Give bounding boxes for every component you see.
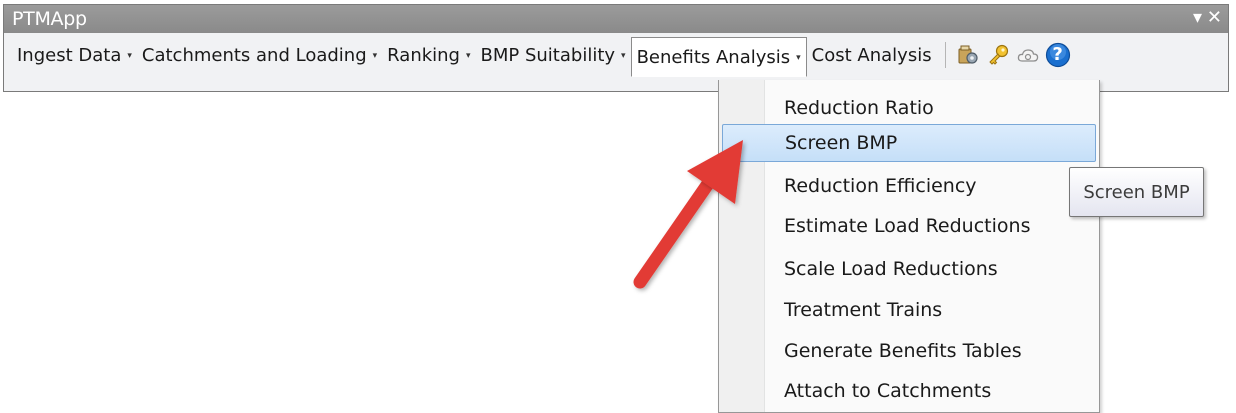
cloud-icon[interactable]: [1014, 41, 1042, 69]
help-icon[interactable]: ?: [1044, 41, 1072, 69]
menu-item-attach-to-catchments[interactable]: Attach to Catchments: [722, 372, 1096, 410]
chevron-down-icon: ▾: [621, 51, 626, 61]
menu-label: Benefits Analysis: [636, 46, 791, 68]
title-bar[interactable]: PTMApp ▾ ✕: [4, 5, 1228, 33]
menu-item-reduction-ratio[interactable]: Reduction Ratio: [722, 89, 1096, 127]
menu-item-estimate-load-reductions[interactable]: Estimate Load Reductions: [722, 207, 1096, 245]
menu-item-screen-bmp[interactable]: Screen BMP: [722, 124, 1096, 162]
menu-item-generate-benefits-tables[interactable]: Generate Benefits Tables: [722, 332, 1096, 370]
menu-label: Ranking: [387, 44, 460, 66]
chevron-down-icon: ▾: [796, 53, 801, 63]
menu-item-label: Estimate Load Reductions: [784, 215, 1031, 237]
menu-item-label: Treatment Trains: [784, 299, 943, 321]
menu-item-label: Attach to Catchments: [784, 380, 992, 402]
close-icon[interactable]: ✕: [1207, 7, 1222, 28]
menu-item-label: Reduction Efficiency: [784, 175, 977, 197]
menu-item-scale-load-reductions[interactable]: Scale Load Reductions: [722, 250, 1096, 288]
menu-item-label: Generate Benefits Tables: [784, 340, 1022, 362]
chevron-down-icon: ▾: [127, 51, 132, 61]
help-glyph: ?: [1052, 44, 1063, 65]
window-dropdown-icon[interactable]: ▾: [1193, 7, 1202, 28]
tooltip: Screen BMP: [1069, 167, 1204, 217]
menu-bmp-suitability[interactable]: BMP Suitability ▾: [476, 37, 631, 73]
menu-label: Catchments and Loading: [141, 44, 367, 66]
menu-ingest-data[interactable]: Ingest Data ▾: [12, 37, 137, 73]
tools-icon[interactable]: [954, 41, 982, 69]
chevron-down-icon: ▾: [465, 51, 471, 61]
chevron-down-icon: ▾: [372, 51, 378, 61]
toolbar-separator: [944, 42, 946, 68]
benefits-analysis-dropdown: Reduction Ratio Screen BMP Reduction Eff…: [718, 80, 1100, 413]
menu-ranking[interactable]: Ranking ▾: [382, 37, 475, 73]
menu-item-reduction-efficiency[interactable]: Reduction Efficiency: [722, 167, 1096, 205]
menu-item-label: Reduction Ratio: [784, 97, 934, 119]
menu-cost-analysis[interactable]: Cost Analysis: [807, 37, 937, 73]
menu-label: BMP Suitability: [480, 44, 616, 66]
key-icon[interactable]: [984, 41, 1012, 69]
menu-catchments-and-loading[interactable]: Catchments and Loading ▾: [137, 37, 382, 73]
menu-label: Cost Analysis: [811, 44, 932, 66]
tooltip-text: Screen BMP: [1083, 181, 1190, 203]
toolbar-window: PTMApp ▾ ✕ Ingest Data ▾ Catchments and …: [3, 4, 1229, 92]
menu-label: Ingest Data: [17, 44, 122, 66]
menu-benefits-analysis[interactable]: Benefits Analysis ▾: [630, 37, 807, 77]
menu-item-treatment-trains[interactable]: Treatment Trains: [722, 291, 1096, 329]
window-title: PTMApp: [12, 8, 87, 30]
menu-item-label: Scale Load Reductions: [784, 258, 998, 280]
menu-item-label: Screen BMP: [785, 132, 898, 154]
menu-bar: Ingest Data ▾ Catchments and Loading ▾ R…: [4, 35, 1074, 77]
